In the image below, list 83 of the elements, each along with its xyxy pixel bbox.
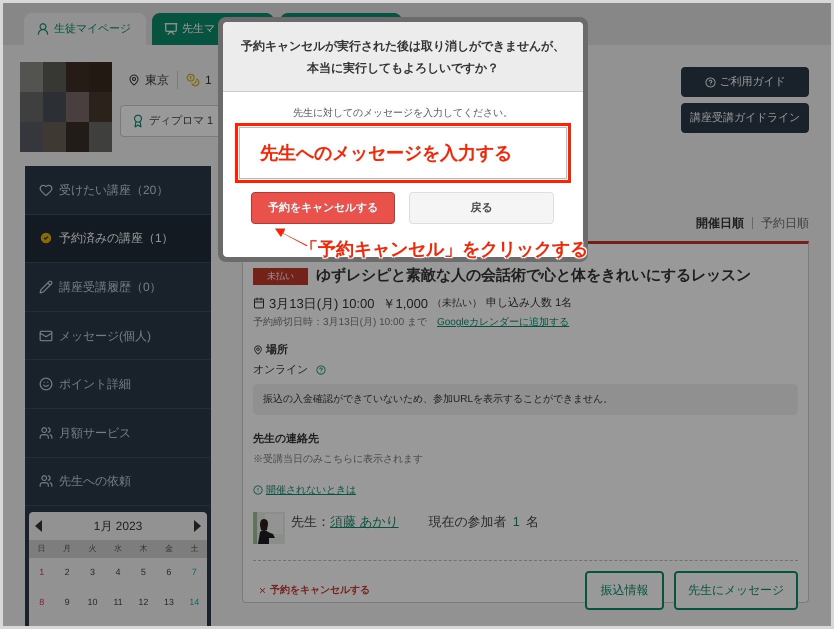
calendar-day[interactable]: 12 <box>130 596 156 610</box>
lesson-title: ゆずレシピと素敵な人の会話術で心と体をきれいにするレッスン <box>316 266 751 286</box>
month-label: 1月 2023 <box>94 518 142 536</box>
weekday-label: 土 <box>189 543 200 556</box>
sidebar-item[interactable]: 先生への依頼 <box>25 458 211 506</box>
calendar-day[interactable]: 4 <box>105 566 131 580</box>
place-text: オンライン <box>253 362 308 378</box>
heart-icon <box>39 182 53 197</box>
check-circle-icon <box>39 231 53 246</box>
mail-icon <box>39 328 53 343</box>
sidebar-item[interactable]: 月額サービス <box>25 408 211 458</box>
sidebar-item[interactable]: ポイント詳細 <box>25 360 211 409</box>
calendar-day[interactable]: 6 <box>156 566 182 580</box>
message-field[interactable]: 先生へのメッセージを入力する <box>239 127 567 179</box>
pencil-icon <box>39 280 53 294</box>
alert-icon <box>253 485 263 495</box>
participants-label: 現在の参加者 <box>428 512 507 530</box>
map-pin-icon <box>253 345 263 356</box>
payment-note: （未払い） <box>432 296 482 311</box>
previous-icon[interactable] <box>35 520 42 532</box>
calendar-icon <box>253 297 265 310</box>
board-icon <box>164 22 178 36</box>
weekday-label: 水 <box>112 543 123 556</box>
confirm-cancel-button[interactable]: 予約をキャンセルする <box>251 192 395 224</box>
back-button[interactable]: 戻る <box>409 192 554 224</box>
coin-icon <box>186 73 200 87</box>
status-badge: 未払い <box>253 268 308 285</box>
weekday-label: 月 <box>62 543 72 556</box>
participants-count: 1 <box>512 512 520 530</box>
sidebar-item[interactable]: メッセージ(個人) <box>25 312 211 360</box>
annotation-text: 先生へのメッセージを入力する <box>260 142 512 165</box>
notice-box: 振込の入金確認ができていないため、参加URLを表示することができません。 <box>253 384 798 415</box>
calendar-day[interactable]: 1 <box>29 566 54 580</box>
dialog-message: 本当に実行してもよろしいですか？ <box>307 60 499 76</box>
calendar-day[interactable]: 13 <box>156 596 182 610</box>
calendar-link[interactable]: Googleカレンダーに追加する <box>436 315 570 330</box>
field-label: 先生に対してのメッセージを入力してください。 <box>292 106 514 121</box>
calendar-day[interactable]: 8 <box>29 596 54 610</box>
weekday-label: 木 <box>138 543 148 556</box>
weekday-label: 火 <box>88 543 98 556</box>
calendar-day[interactable]: 3 <box>80 566 106 580</box>
deadline-text: 予約締切日時：3月13日(月) 10:00 まで <box>253 316 427 330</box>
help-icon[interactable] <box>316 364 326 375</box>
teacher-link[interactable]: 須藤 あかり <box>330 512 399 531</box>
teacher-label: 先生： <box>291 512 330 530</box>
sort-option[interactable]: 予約日順 <box>761 214 809 232</box>
sort-option[interactable]: 開催日順 <box>696 214 744 232</box>
sidebar-item[interactable]: 講座受講履歴（0） <box>25 263 211 312</box>
applicant-count: 申し込み人数 1名 <box>486 296 572 311</box>
medal-icon <box>131 114 145 128</box>
guide-button[interactable]: 講座受講ガイドライン <box>681 103 809 133</box>
help-link[interactable]: 開催されないときは <box>266 482 356 498</box>
contact-note: ※受講当日のみこちらに表示されます <box>253 452 424 466</box>
people-icon <box>39 426 53 440</box>
calendar-day[interactable]: 11 <box>105 596 131 610</box>
place-heading: 場所 <box>266 342 288 358</box>
calendar-day[interactable]: 14 <box>182 596 207 610</box>
smile-icon <box>39 377 53 392</box>
tab[interactable]: 生徒マイページ <box>24 13 146 45</box>
person-icon <box>36 22 50 36</box>
points-text: 1 <box>205 72 212 89</box>
guide-button[interactable]: ご利用ガイド <box>681 67 809 97</box>
lesson-date: 3月13日(月) 10:00 <box>269 294 374 313</box>
next-icon[interactable] <box>194 520 201 532</box>
calendar-day[interactable]: 9 <box>54 596 80 610</box>
cancel-link[interactable]: 予約をキャンセルする <box>258 582 370 598</box>
outline-button[interactable]: 振込情報 <box>585 570 664 610</box>
calendar-day[interactable]: 2 <box>54 566 80 580</box>
calendar-day[interactable]: 7 <box>182 566 207 580</box>
calendar-day[interactable]: 10 <box>80 596 106 610</box>
help-icon <box>704 76 716 88</box>
contact-heading: 先生の連絡先 <box>253 432 320 447</box>
calendar-day[interactable]: 5 <box>130 566 156 580</box>
lesson-price: ￥1,000 <box>382 294 428 312</box>
close-icon <box>258 586 267 594</box>
weekday-label: 金 <box>164 543 174 556</box>
participants-unit: 名 <box>526 512 539 530</box>
map-pin-icon <box>128 74 140 86</box>
sidebar-item[interactable]: 予約済みの講座（1） <box>25 214 211 264</box>
weekday-label: 日 <box>36 543 47 556</box>
outline-button[interactable]: 先生にメッセージ <box>674 570 798 610</box>
location-text: 東京 <box>145 72 169 89</box>
people-icon <box>39 474 53 488</box>
